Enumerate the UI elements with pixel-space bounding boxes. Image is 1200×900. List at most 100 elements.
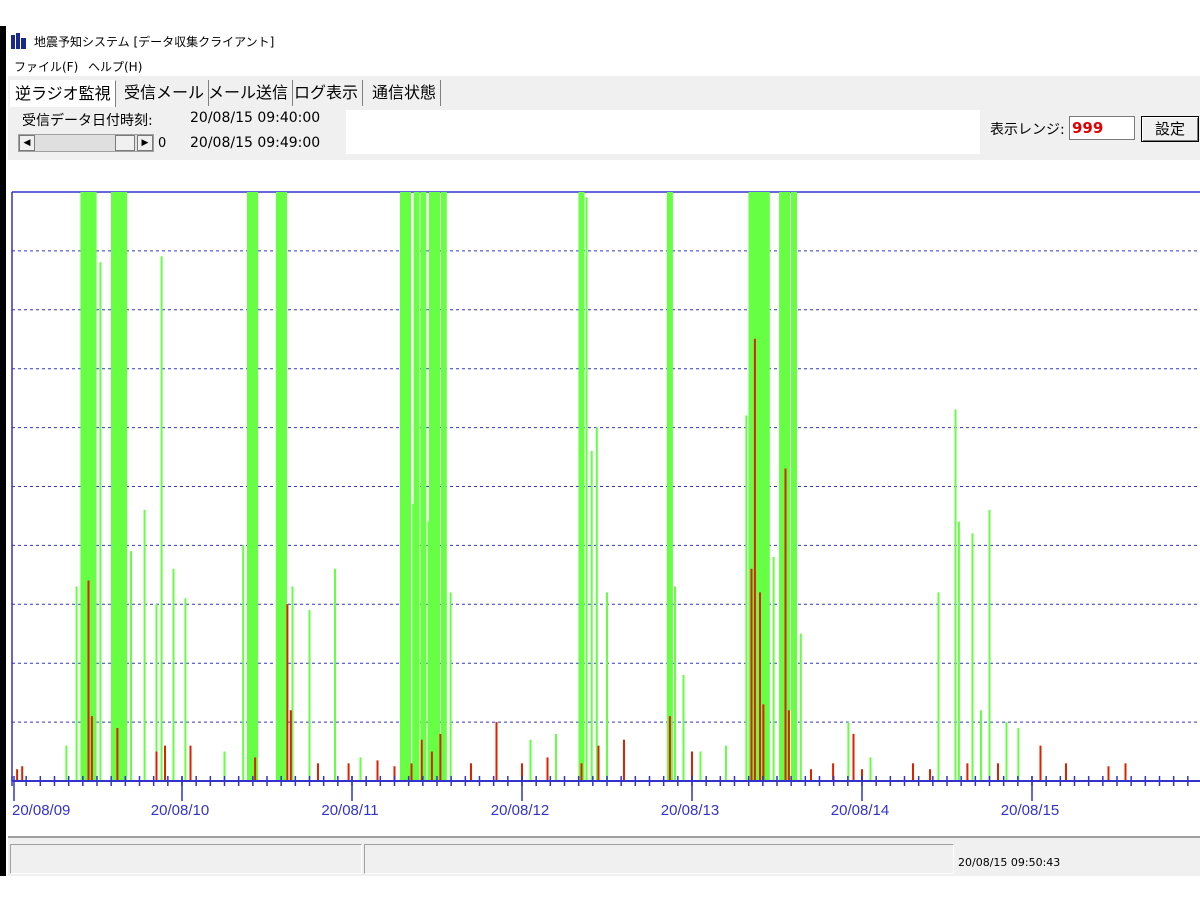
red-bar (254, 757, 257, 781)
window-left-edge (0, 26, 6, 876)
red-bar (155, 751, 158, 781)
green-bar (799, 633, 802, 781)
red-bar (1039, 745, 1042, 781)
range-label: 表示レンジ: (990, 122, 1065, 138)
red-bar (966, 763, 969, 781)
red-bar (810, 769, 812, 781)
green-bar (420, 192, 427, 781)
set-button[interactable]: 設定 (1141, 116, 1199, 142)
red-bar (164, 745, 166, 781)
green-bar (252, 192, 259, 781)
red-bar (787, 710, 790, 781)
info-box (346, 110, 980, 154)
menu-bar: ファイル(F) ヘルプ(H) (8, 54, 1198, 76)
green-bar (772, 556, 775, 781)
time-scrollbar[interactable]: ◀ ▶ (18, 134, 154, 152)
red-bar (852, 733, 855, 781)
green-bar (957, 521, 960, 781)
red-bar (623, 739, 625, 781)
green-bar (590, 450, 593, 781)
green-bar (172, 568, 175, 781)
menu-help[interactable]: ヘルプ(H) (88, 58, 142, 75)
red-bar (762, 704, 765, 781)
green-bar (847, 722, 850, 781)
green-bar (99, 262, 102, 782)
green-bar (75, 586, 78, 781)
scroll-value: 0 (158, 136, 167, 151)
green-bar (90, 192, 97, 781)
scroll-right-button[interactable]: ▶ (137, 135, 153, 151)
green-bar (555, 733, 557, 781)
tab-send-mail[interactable]: メール送信 (204, 80, 294, 106)
red-bar (668, 716, 671, 781)
red-bar (470, 763, 472, 781)
x-tick-label: 20/08/12 (491, 802, 549, 819)
red-bar (495, 722, 498, 781)
tab-bar: 逆ラジオ監視 受信メール メール送信 ログ表示 通信状態 (8, 76, 1200, 108)
red-bar (439, 733, 442, 781)
green-bar (281, 192, 287, 781)
green-bar (971, 533, 974, 781)
app-icon (11, 33, 26, 49)
green-bar (674, 586, 676, 781)
x-tick-label: 20/08/11 (321, 802, 378, 819)
green-bar (791, 192, 797, 781)
scroll-thumb[interactable] (115, 135, 135, 151)
tab-reverse-radio-monitor[interactable]: 逆ラジオ監視 (10, 80, 116, 107)
red-bar (929, 769, 931, 781)
green-bar (412, 503, 415, 781)
green-bar (160, 256, 163, 781)
tab-received-mail[interactable]: 受信メール (120, 80, 210, 106)
red-bar (87, 580, 90, 781)
red-bar (317, 763, 319, 781)
green-bar (359, 757, 362, 781)
x-tick-label: 20/08/09 (12, 802, 70, 819)
red-bar (420, 739, 423, 781)
received-time-label: 受信データ日付時刻: (22, 113, 153, 129)
green-bar (449, 592, 452, 781)
green-bar (434, 192, 440, 781)
green-bar (334, 568, 336, 781)
red-bar (16, 769, 19, 781)
green-bar (779, 192, 786, 781)
green-bar (699, 751, 702, 781)
menu-file[interactable]: ファイル(F) (14, 58, 78, 75)
green-bar (65, 745, 68, 781)
red-bar (1065, 763, 1067, 781)
green-bar (578, 192, 585, 781)
red-bar (286, 604, 289, 781)
red-bar (546, 757, 549, 781)
red-bar (289, 710, 292, 781)
red-bar (753, 338, 756, 781)
tab-log-view[interactable]: ログ表示 (290, 80, 364, 106)
title-bar: 地震予知システム [データ収集クライアント] (8, 28, 1198, 54)
red-bar (1107, 766, 1110, 781)
green-bar (242, 545, 245, 781)
status-pane-2 (364, 844, 954, 874)
red-bar (759, 592, 761, 781)
green-bar (763, 192, 770, 781)
green-bar (427, 521, 430, 781)
red-bar (912, 763, 914, 781)
green-bar (725, 745, 727, 781)
red-bar (784, 468, 787, 781)
green-bar (954, 409, 957, 781)
green-bar (869, 757, 872, 781)
red-bar (21, 766, 24, 781)
green-bar (1017, 727, 1020, 781)
green-bar (413, 192, 420, 781)
red-bar (750, 568, 753, 781)
x-tick-label: 20/08/10 (151, 802, 209, 819)
seismic-chart: 20/08/09 20/08/10 20/08/11 20/08/12 20/08/13… (11, 191, 1200, 819)
green-bar (308, 610, 311, 781)
green-bar (585, 197, 588, 782)
red-bar (580, 763, 583, 781)
range-input[interactable]: 999 (1069, 116, 1135, 140)
tab-comm-status[interactable]: 通信状態 (368, 80, 442, 106)
green-bar (121, 192, 128, 781)
scroll-left-button[interactable]: ◀ (19, 135, 35, 151)
x-tick-label: 20/08/14 (831, 802, 889, 819)
green-bar (184, 598, 187, 781)
green-bar (405, 192, 412, 781)
green-bar (529, 739, 532, 781)
